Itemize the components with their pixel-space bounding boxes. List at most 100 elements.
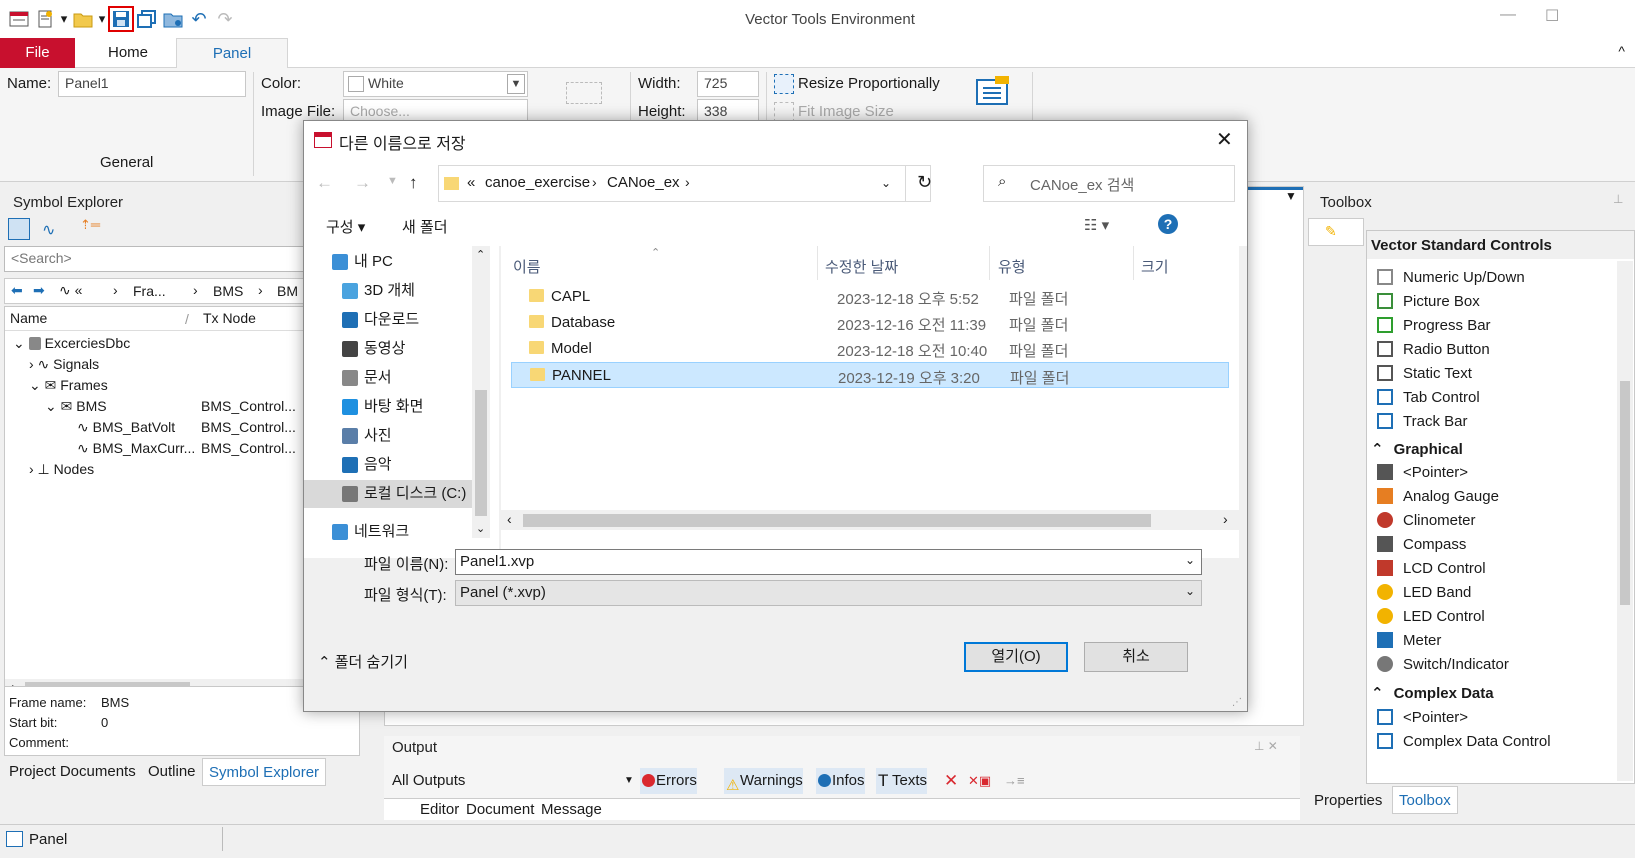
toolbox-item[interactable]: Compass [1377, 532, 1466, 556]
scrollbar-thumb[interactable] [475, 390, 487, 516]
chevron-down-icon[interactable]: ▼ [1285, 189, 1297, 203]
file-row[interactable]: CAPL 2023-12-18 오후 5:52 파일 폴더 [511, 284, 1229, 310]
tab-symbol-explorer[interactable]: Symbol Explorer [202, 758, 327, 786]
resize-proportionally-icon[interactable] [774, 74, 794, 94]
toolbox-item[interactable]: Meter [1377, 628, 1441, 652]
toolbox-item[interactable]: Numeric Up/Down [1377, 265, 1525, 289]
filetype-select[interactable]: Panel (*.xvp) ⌄ [455, 580, 1202, 606]
toolbox-item[interactable]: Static Text [1377, 361, 1472, 385]
tree-item-nodes[interactable]: › ⊥ Nodes [29, 461, 94, 478]
back-arrow-icon[interactable]: ⬅ [11, 282, 23, 299]
clear-all-icon[interactable]: ✕▣ [968, 768, 991, 794]
cancel-button[interactable]: 취소 [1084, 642, 1188, 672]
errors-filter-button[interactable]: Errors [640, 768, 697, 794]
tree-item-bms-maxcurr[interactable]: ∿ BMS_MaxCurr... [77, 440, 195, 457]
organize-button[interactable]: 구성 ▾ [326, 216, 365, 237]
column-document[interactable]: Document [466, 801, 534, 818]
warnings-filter-button[interactable]: ⚠ Warnings [724, 768, 803, 794]
clear-icon[interactable]: ✕ [944, 768, 958, 794]
export-icon[interactable]: →≡ [1004, 768, 1025, 794]
nav-item[interactable]: 다운로드 [342, 306, 419, 334]
scrollbar-thumb[interactable] [1620, 381, 1630, 605]
refresh-icon[interactable]: ↻ [917, 172, 932, 193]
tab-toolbox[interactable]: Toolbox [1392, 786, 1458, 814]
group-vector-standard-controls[interactable]: Vector Standard Controls [1367, 231, 1634, 259]
tab-panel[interactable]: Panel [176, 38, 288, 68]
column-date-header[interactable]: 수정한 날짜 [825, 256, 898, 277]
nav-item[interactable]: 문서 [342, 364, 392, 392]
tab-home[interactable]: Home [80, 38, 176, 68]
toolbox-category-tab[interactable]: ✎ [1308, 218, 1364, 246]
toolbox-item[interactable]: LED Band [1377, 580, 1471, 604]
toolbox-item[interactable]: Picture Box [1377, 289, 1480, 313]
tree-item-frames[interactable]: ⌄ ✉ Frames [29, 377, 108, 394]
new-folder-button[interactable]: 새 폴더 [402, 216, 448, 237]
tab-file[interactable]: File [0, 38, 75, 68]
column-name-header[interactable]: Name [10, 310, 47, 326]
pin-icon[interactable]: ⊥ [1613, 192, 1623, 206]
breadcrumb-item[interactable]: BM [277, 283, 298, 299]
vertical-scrollbar[interactable] [1617, 261, 1633, 781]
close-icon[interactable]: ✕ [1216, 127, 1233, 152]
output-filter-select[interactable]: All Outputs [392, 768, 465, 794]
name-input[interactable]: Panel1 [58, 71, 246, 97]
help-icon[interactable]: ? [1158, 214, 1178, 234]
collapse-ribbon-icon[interactable]: ^ [1618, 43, 1625, 59]
chevron-down-icon[interactable]: ▼ [507, 74, 525, 94]
minimize-icon[interactable]: — [1500, 6, 1516, 24]
color-select[interactable]: White ▼ [343, 71, 528, 97]
toolbox-item[interactable]: LED Control [1377, 604, 1485, 628]
up-arrow-icon[interactable]: ↑ [409, 173, 418, 193]
panel-properties-icon[interactable] [975, 76, 1011, 106]
chevron-down-icon[interactable]: ▼ [624, 768, 634, 794]
file-row[interactable]: Model 2023-12-18 오전 10:40 파일 폴더 [511, 336, 1229, 362]
tree-item-bms[interactable]: ⌄ ✉ BMS [45, 398, 107, 415]
resize-grip-icon[interactable]: ⋰ [1232, 697, 1242, 708]
nav-item[interactable]: 음악 [342, 451, 392, 479]
nav-item[interactable]: 동영상 [342, 335, 405, 363]
scrollbar-thumb[interactable] [523, 514, 1151, 527]
group-complex-data[interactable]: ⌃ Complex Data [1371, 681, 1494, 705]
tree-item-excerciesdbc[interactable]: ⌄ ExcerciesDbc [13, 335, 130, 352]
toolbox-item[interactable]: Switch/Indicator [1377, 652, 1509, 676]
toolbox-item[interactable]: <Pointer> [1377, 705, 1468, 729]
toolbox-item[interactable]: Complex Data Control [1377, 729, 1551, 753]
file-row[interactable]: PANNEL 2023-12-19 오후 3:20 파일 폴더 [511, 362, 1229, 388]
forward-arrow-icon[interactable]: ➡ [33, 282, 45, 299]
breadcrumb-item[interactable]: Fra... [133, 283, 166, 299]
hide-folders-button[interactable]: ⌃ 폴더 숨기기 [318, 651, 408, 672]
maximize-icon[interactable]: ☐ [1545, 6, 1559, 26]
path-item[interactable]: CANoe_ex [607, 174, 680, 191]
forward-arrow-icon[interactable]: → [354, 173, 371, 193]
tab-project-documents[interactable]: Project Documents [9, 763, 136, 780]
breadcrumb-item[interactable]: BMS [213, 283, 243, 299]
column-editor[interactable]: Editor [420, 801, 459, 818]
column-size-header[interactable]: 크기 [1141, 256, 1169, 277]
signal-icon[interactable]: ∿ [42, 220, 55, 240]
column-type-header[interactable]: 유형 [998, 256, 1026, 277]
infos-filter-button[interactable]: Infos [816, 768, 865, 794]
search-box[interactable]: ⌕ CANoe_ex 검색 [983, 165, 1235, 202]
tree-item-signals[interactable]: › ∿ Signals [29, 356, 99, 373]
toolbox-item[interactable]: Radio Button [1377, 337, 1490, 361]
chevron-down-icon[interactable]: ⌄ [881, 176, 891, 190]
horizontal-scrollbar[interactable]: ‹ › [501, 510, 1239, 530]
nav-item[interactable]: 내 PC [332, 248, 393, 276]
vertical-scrollbar[interactable]: ⌃ ⌄ [472, 246, 490, 538]
column-name-header[interactable]: 이름 [513, 256, 541, 277]
toolbox-item[interactable]: Clinometer [1377, 508, 1476, 532]
nav-item[interactable]: 바탕 화면 [342, 393, 423, 421]
group-graphical[interactable]: ⌃ Graphical [1371, 437, 1463, 461]
tab-properties[interactable]: Properties [1314, 792, 1382, 809]
open-button[interactable]: 열기(O) [964, 642, 1068, 672]
nav-item[interactable]: 사진 [342, 422, 392, 450]
tab-outline[interactable]: Outline [148, 763, 196, 780]
chevron-down-icon[interactable]: ⌄ [1185, 553, 1195, 567]
address-bar[interactable]: « canoe_exercise › CANoe_ex › ⌄ ↻ [438, 165, 932, 202]
document-tab-panel[interactable]: Panel [29, 831, 67, 848]
toolbox-item[interactable]: Track Bar [1377, 409, 1467, 433]
toolbox-item[interactable]: Tab Control [1377, 385, 1480, 409]
sort-icon[interactable]: ⇡═ [80, 217, 100, 233]
toolbox-item[interactable]: <Pointer> [1377, 460, 1468, 484]
texts-filter-button[interactable]: T Texts [876, 768, 928, 794]
